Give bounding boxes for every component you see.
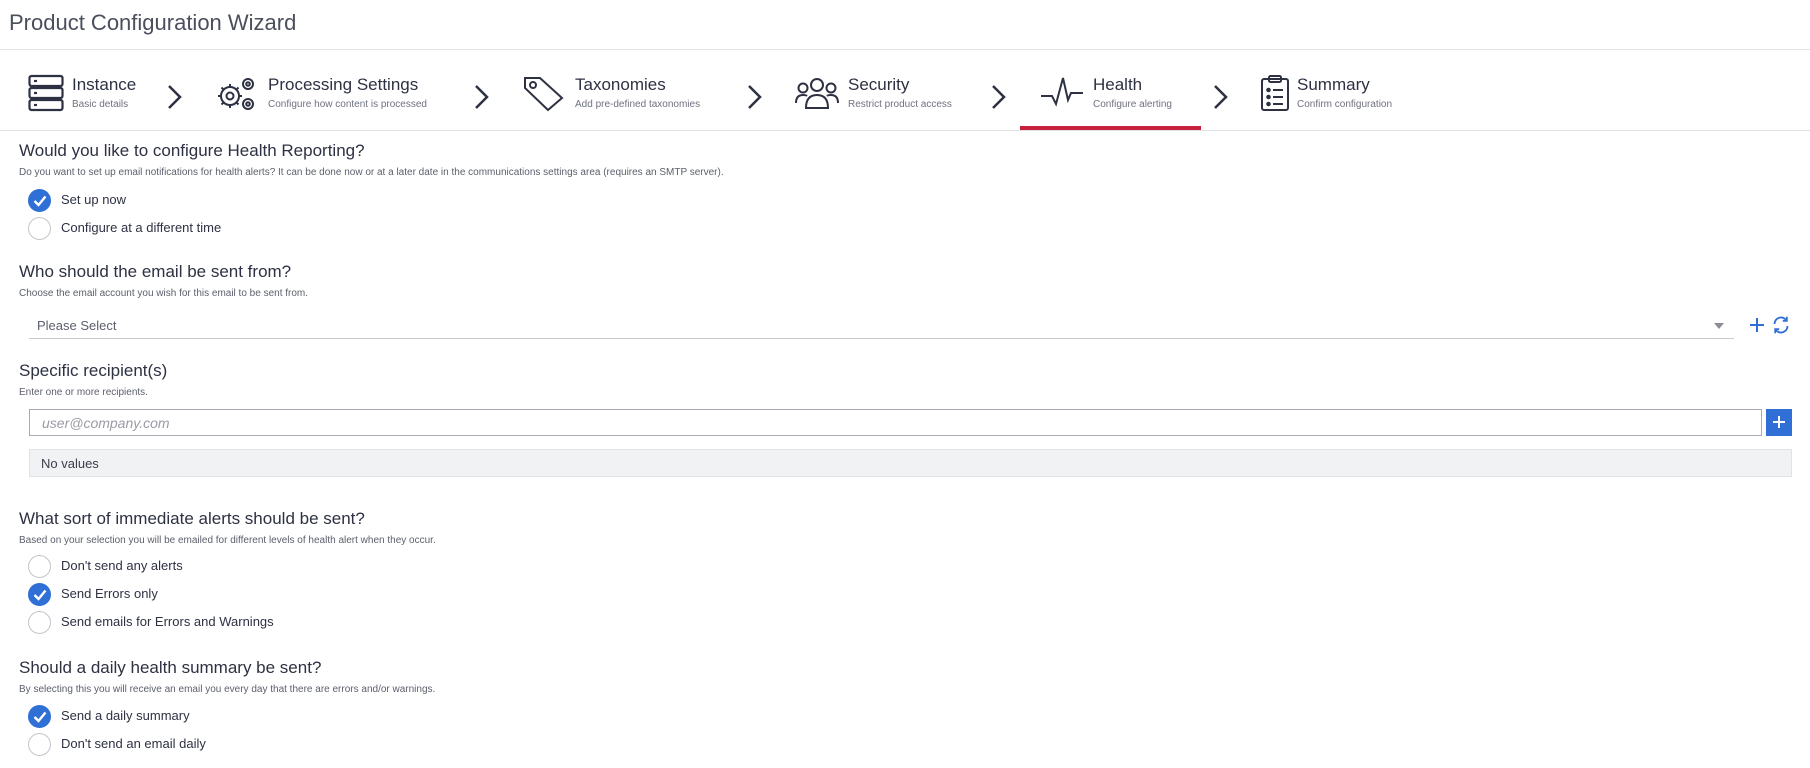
- step-label: Security: [848, 75, 910, 94]
- add-sender-icon[interactable]: [1748, 316, 1766, 334]
- step-sublabel: Confirm configuration: [1297, 99, 1393, 110]
- step-sublabel: Restrict product access: [848, 99, 952, 110]
- radio-label: Don't send any alerts: [61, 558, 183, 573]
- step-label: Processing Settings: [268, 75, 419, 94]
- immediate-alerts-title: What sort of immediate alerts should be …: [19, 509, 365, 528]
- gears-icon: [214, 74, 258, 112]
- radio-checked-indicator: [28, 705, 51, 728]
- radio-errors-and-warnings[interactable]: Send emails for Errors and Warnings: [28, 611, 298, 635]
- title-bar: Product Configuration Wizard: [0, 0, 1810, 50]
- server-icon: [28, 74, 64, 112]
- chevron-right-icon: [471, 82, 493, 112]
- step-label: Health: [1093, 75, 1143, 94]
- chevron-right-icon: [744, 82, 766, 112]
- wizard-steps: Instance Basic details Processing Settin…: [0, 66, 1810, 131]
- step-sublabel: Configure alerting: [1093, 99, 1172, 110]
- step-summary[interactable]: Summary Confirm configuration: [1260, 66, 1440, 130]
- radio-checked-indicator: [28, 189, 51, 212]
- chevron-right-icon: [988, 82, 1010, 112]
- radio-no-alerts[interactable]: Don't send any alerts: [28, 555, 228, 579]
- step-label: Instance: [72, 75, 137, 94]
- caret-down-icon: [1714, 323, 1724, 329]
- radio-configure-later[interactable]: Configure at a different time: [28, 217, 268, 241]
- radio-label: Don't send an email daily: [61, 736, 206, 751]
- recipients-title: Specific recipient(s): [19, 361, 168, 380]
- step-processing-settings[interactable]: Processing Settings Configure how conten…: [214, 66, 454, 130]
- recipients-desc: Enter one or more recipients.: [19, 387, 148, 398]
- clipboard-list-icon: [1260, 74, 1290, 112]
- radio-checked-indicator: [28, 583, 51, 606]
- select-placeholder: Please Select: [37, 318, 117, 333]
- step-sublabel: Add pre-defined taxonomies: [575, 99, 701, 110]
- refresh-icon[interactable]: [1771, 315, 1791, 335]
- page-title: Product Configuration Wizard: [9, 10, 297, 35]
- radio-label: Send Errors only: [61, 586, 158, 601]
- health-reporting-title: Would you like to configure Health Repor…: [19, 141, 365, 160]
- sender-title: Who should the email be sent from?: [19, 262, 292, 281]
- recipient-email-input[interactable]: [29, 409, 1762, 436]
- radio-unchecked-indicator: [28, 733, 51, 756]
- radio-label: Send a daily summary: [61, 708, 190, 723]
- radio-label: Configure at a different time: [61, 220, 222, 235]
- empty-list-text: No values: [41, 456, 99, 471]
- chevron-right-icon: [1210, 82, 1232, 112]
- radio-label: Send emails for Errors and Warnings: [61, 614, 274, 629]
- radio-unchecked-indicator: [28, 555, 51, 578]
- step-label: Summary: [1297, 75, 1370, 94]
- radio-send-daily-summary[interactable]: Send a daily summary: [28, 705, 228, 729]
- chevron-right-icon: [164, 82, 186, 112]
- active-step-indicator: [1020, 126, 1201, 130]
- step-security[interactable]: Security Restrict product access: [795, 66, 975, 130]
- radio-unchecked-indicator: [28, 611, 51, 634]
- radio-errors-only[interactable]: Send Errors only: [28, 583, 228, 607]
- heartbeat-icon: [1040, 74, 1084, 112]
- radio-unchecked-indicator: [28, 217, 51, 240]
- step-sublabel: Basic details: [72, 99, 129, 110]
- add-recipient-button[interactable]: [1766, 409, 1792, 436]
- tag-icon: [522, 74, 566, 112]
- recipients-list: No values: [29, 449, 1792, 477]
- step-health[interactable]: Health Configure alerting: [1040, 66, 1200, 130]
- daily-summary-desc: By selecting this you will receive an em…: [19, 684, 436, 695]
- step-instance[interactable]: Instance Basic details: [28, 66, 148, 130]
- step-taxonomies[interactable]: Taxonomies Add pre-defined taxonomies: [522, 66, 722, 130]
- step-label: Taxonomies: [575, 75, 666, 94]
- step-sublabel: Configure how content is processed: [268, 99, 427, 110]
- daily-summary-title: Should a daily health summary be sent?: [19, 658, 322, 677]
- immediate-alerts-desc: Based on your selection you will be emai…: [19, 535, 436, 546]
- radio-set-up-now[interactable]: Set up now: [28, 189, 228, 213]
- radio-label: Set up now: [61, 192, 127, 207]
- users-icon: [795, 74, 839, 112]
- health-reporting-desc: Do you want to set up email notification…: [19, 167, 724, 178]
- radio-no-daily-email[interactable]: Don't send an email daily: [28, 733, 248, 757]
- sender-desc: Choose the email account you wish for th…: [19, 288, 309, 299]
- sender-select[interactable]: Please Select: [29, 313, 1734, 339]
